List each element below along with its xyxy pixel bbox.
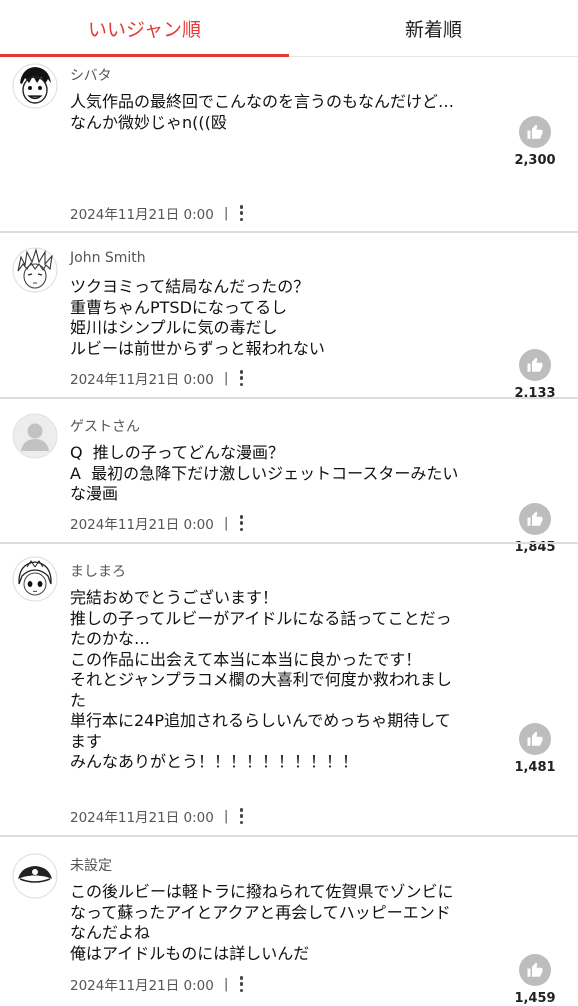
comment-date: 2024年11月21日 0:00 [70, 978, 214, 994]
thumbs-up-icon [527, 124, 543, 139]
comment-username: John Smith [70, 250, 146, 266]
comment-meta: 2024年11月21日 0:00 | [70, 203, 246, 223]
comment-body: Q 推しの子ってどんな漫画？ A 最初の急降下だけ激しいジェットコースターみたい… [70, 443, 459, 503]
comment-meta: 2024年11月21日 0:00 | [70, 368, 246, 388]
like-button[interactable] [519, 954, 551, 986]
comment-date: 2024年11月21日 0:00 [70, 207, 214, 223]
comment-item: John Smith ツクヨミって結局なんだったの？ 重曹ちゃんPTSDになって… [0, 233, 578, 401]
more-options-icon[interactable] [236, 205, 246, 221]
manga-spiky-hair-avatar[interactable] [12, 247, 58, 293]
pirate-hat-avatar[interactable] [12, 853, 58, 899]
meta-separator: | [223, 976, 229, 992]
comment-item: シバタ 人気作品の最終回でこんなのを言うのもなんだけど… なんか微妙じゃn(((… [0, 57, 578, 233]
thumbs-up-icon [527, 962, 543, 977]
sort-tabs: いいジャン順 新着順 [0, 0, 578, 57]
comment-body: この後ルビーは軽トラに撥ねられて佐賀県でゾンビに なって蘇ったアイとアクアと再会… [70, 882, 454, 963]
comment-meta: 2024年11月21日 0:00 | [70, 806, 246, 826]
meta-separator: | [223, 808, 229, 824]
like-count: 2,300 [514, 153, 556, 168]
more-options-icon[interactable] [236, 976, 246, 992]
comment-body: 人気作品の最終回でこんなのを言うのもなんだけど… なんか微妙じゃn(((殴 [70, 92, 455, 132]
tab-popular[interactable]: いいジャン順 [0, 0, 289, 56]
comment-body: ツクヨミって結局なんだったの？ 重曹ちゃんPTSDになってるし 姫川はシンプルに… [70, 277, 325, 358]
like-button[interactable] [519, 349, 551, 381]
comment-username: ゲストさん [70, 419, 140, 435]
guest-default-avatar[interactable] [12, 413, 58, 459]
comment-date: 2024年11月21日 0:00 [70, 517, 214, 533]
comment-body: 完結おめでとうございます！ 推しの子ってルビーがアイドルになる話ってことだっ た… [70, 588, 452, 771]
comment-username: シバタ [70, 68, 112, 84]
comment-date: 2024年11月21日 0:00 [70, 810, 214, 826]
manga-face-avatar[interactable] [12, 63, 58, 109]
like-button[interactable] [519, 116, 551, 148]
more-options-icon[interactable] [236, 370, 246, 386]
comment-item: ましまろ 完結おめでとうございます！ 推しの子ってルビーがアイドルになる話ってこ… [0, 544, 578, 837]
meta-separator: | [223, 370, 229, 386]
like-button[interactable] [519, 723, 551, 755]
like-count: 1,481 [514, 760, 556, 775]
meta-separator: | [223, 515, 229, 531]
more-options-icon[interactable] [236, 515, 246, 531]
thumbs-up-icon [527, 511, 543, 526]
meta-separator: | [223, 205, 229, 221]
tab-newest[interactable]: 新着順 [289, 0, 578, 56]
thumbs-up-icon [527, 357, 543, 372]
more-options-icon[interactable] [236, 808, 246, 824]
comment-username: 未設定 [70, 858, 112, 874]
comment-item: 未設定 この後ルビーは軽トラに撥ねられて佐賀県でゾンビに なって蘇ったアイとアク… [0, 837, 578, 1006]
comment-meta: 2024年11月21日 0:00 | [70, 513, 246, 533]
manga-girl-avatar[interactable] [12, 556, 58, 602]
like-button[interactable] [519, 503, 551, 535]
comment-item: ゲストさん Q 推しの子ってどんな漫画？ A 最初の急降下だけ激しいジェットコー… [0, 399, 578, 555]
thumbs-up-icon [527, 731, 543, 746]
comment-date: 2024年11月21日 0:00 [70, 372, 214, 388]
comment-username: ましまろ [70, 564, 126, 580]
comment-meta: 2024年11月21日 0:00 | [70, 974, 246, 994]
